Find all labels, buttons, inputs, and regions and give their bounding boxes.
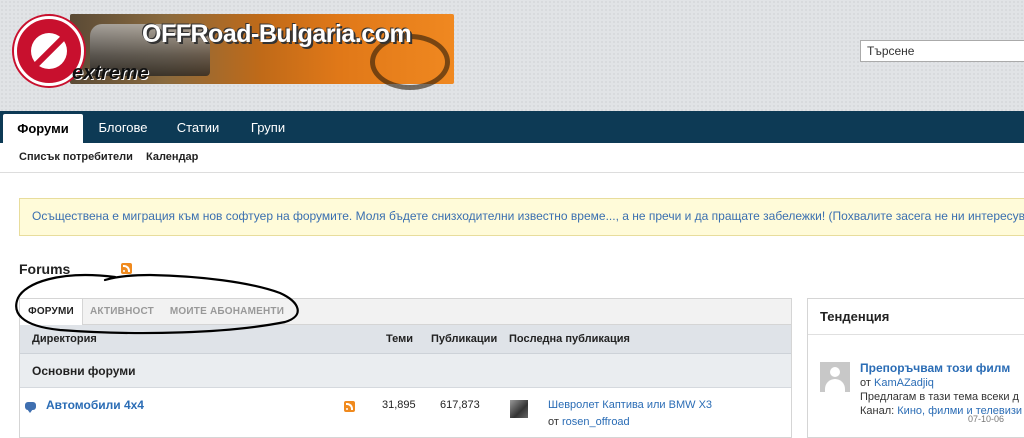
- section-title: Основни форуми: [32, 364, 136, 378]
- trending-topic-link[interactable]: Препоръчвам този филм: [860, 361, 1010, 375]
- migration-notice: Осъществена е миграция към нов софтуер н…: [19, 198, 1024, 236]
- trending-divider: [808, 334, 1024, 335]
- forum-topic-count: 31,895: [382, 399, 416, 411]
- col-directory: Директория: [32, 333, 97, 345]
- forum-column-headers: Директория Теми Публикации Последна публ…: [20, 325, 791, 354]
- last-post-link[interactable]: Шевролет Каптива или BMW X3: [548, 399, 712, 411]
- forum-rss-icon[interactable]: [344, 401, 355, 412]
- nav-tab-blogs[interactable]: Блогове: [86, 111, 160, 143]
- logo-title: OFFRoad-Bulgaria.com: [142, 20, 412, 48]
- forum-link[interactable]: Автомобили 4x4: [46, 398, 144, 412]
- col-posts: Публикации: [431, 333, 498, 345]
- col-last-post: Последна публикация: [509, 333, 630, 345]
- forums-panel: ФОРУМИ АКТИВНОСТ МОИТЕ АБОНАМЕНТИ Директ…: [19, 298, 792, 438]
- trending-author-link[interactable]: KamAZadjiq: [874, 377, 934, 389]
- page-title: Forums: [19, 261, 71, 277]
- main-nav: Форуми Блогове Статии Групи: [0, 111, 1024, 143]
- subnav-calendar[interactable]: Календар: [146, 151, 198, 163]
- subnav-member-list[interactable]: Списък потребители: [19, 151, 133, 163]
- col-topics: Теми: [386, 333, 414, 345]
- forum-section-header[interactable]: Основни форуми: [20, 354, 791, 388]
- trending-panel: Тенденция Препоръчвам този филм от KamAZ…: [807, 298, 1024, 438]
- trending-title: Тенденция: [820, 309, 890, 324]
- sub-nav: Списък потребители Календар: [0, 143, 1024, 173]
- forums-tabs: ФОРУМИ АКТИВНОСТ МОИТЕ АБОНАМЕНТИ: [20, 299, 791, 325]
- site-logo[interactable]: OFFRoad-Bulgaria.com extreme: [14, 12, 454, 90]
- search-input[interactable]: Търсене: [860, 40, 1024, 62]
- nav-tab-groups[interactable]: Групи: [236, 111, 300, 143]
- nav-tab-articles[interactable]: Статии: [163, 111, 233, 143]
- last-post-author: от rosen_offroad: [548, 416, 630, 428]
- nav-tab-forums[interactable]: Форуми: [3, 114, 83, 143]
- trending-excerpt: Предлагам в тази тема всеки д: [860, 391, 1019, 403]
- trending-channel-label: Канал:: [860, 405, 895, 417]
- trending-author: от KamAZadjiq: [860, 377, 934, 389]
- forum-chat-icon: [25, 402, 36, 413]
- trending-by-prefix: от: [860, 377, 871, 389]
- last-post-by-prefix: от: [548, 416, 559, 428]
- tab-forums[interactable]: ФОРУМИ: [20, 299, 83, 325]
- last-post-author-link[interactable]: rosen_offroad: [562, 416, 630, 428]
- avatar[interactable]: [820, 362, 850, 392]
- forum-post-count: 617,873: [440, 399, 480, 411]
- trending-date: 07-10-06: [968, 414, 1005, 424]
- tab-activity[interactable]: АКТИВНОСТ: [82, 299, 162, 324]
- tab-my-subscriptions[interactable]: МОИТЕ АБОНАМЕНТИ: [162, 299, 292, 324]
- site-header: OFFRoad-Bulgaria.com extreme Търсене: [0, 0, 1024, 111]
- logo-subtitle: extreme: [72, 62, 149, 84]
- table-row: Автомобили 4x4 31,895 617,873 Шевролет К…: [20, 388, 791, 438]
- rss-icon[interactable]: [121, 263, 132, 274]
- last-post-thumbnail[interactable]: [510, 400, 528, 418]
